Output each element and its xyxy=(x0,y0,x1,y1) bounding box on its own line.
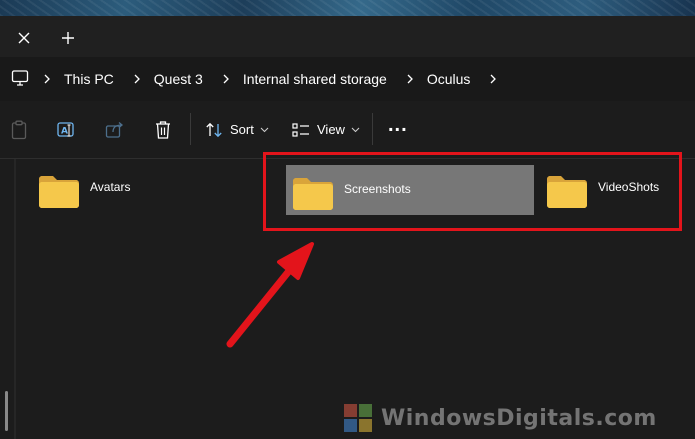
tab-bar xyxy=(0,16,695,57)
windows-logo-icon xyxy=(344,404,372,432)
sort-icon xyxy=(206,122,222,137)
folder-item-avatars[interactable]: Avatars xyxy=(32,163,252,213)
plus-icon xyxy=(62,32,74,44)
share-icon xyxy=(105,121,124,138)
view-label: View xyxy=(317,122,345,137)
desktop-wallpaper-strip xyxy=(0,0,695,16)
chevron-right-icon[interactable] xyxy=(130,72,144,86)
trash-icon xyxy=(156,120,170,139)
chevron-right-icon[interactable] xyxy=(219,72,233,86)
chevron-down-icon xyxy=(351,127,360,132)
sort-button[interactable]: Sort xyxy=(205,101,269,158)
rename-button[interactable]: A xyxy=(57,101,77,158)
monitor-icon[interactable] xyxy=(11,69,29,87)
chevron-down-icon xyxy=(260,127,269,132)
view-button[interactable]: View xyxy=(292,101,360,158)
see-more-button[interactable]: ... xyxy=(388,101,408,158)
view-icon xyxy=(292,122,309,137)
delete-button[interactable] xyxy=(154,101,172,158)
watermark: WindowsDigitals.com xyxy=(343,401,657,435)
breadcrumb: This PC Quest 3 Internal shared storage … xyxy=(38,57,510,101)
breadcrumb-quest-3[interactable]: Quest 3 xyxy=(154,71,203,87)
watermark-text: WindowsDigitals.com xyxy=(381,405,657,431)
navigation-scrollbar[interactable] xyxy=(5,391,8,431)
folder-name: Avatars xyxy=(90,180,131,194)
breadcrumb-internal-shared-storage[interactable]: Internal shared storage xyxy=(243,71,387,87)
breadcrumb-this-pc[interactable]: This PC xyxy=(64,71,114,87)
more-icon: ... xyxy=(388,114,408,136)
new-tab-button[interactable] xyxy=(56,26,80,50)
address-bar[interactable]: This PC Quest 3 Internal shared storage … xyxy=(0,57,695,101)
navigation-pane-edge xyxy=(14,159,16,439)
chevron-right-icon[interactable] xyxy=(486,72,500,86)
toolbar-separator xyxy=(190,113,191,145)
clipboard-icon xyxy=(11,120,27,139)
breadcrumb-oculus[interactable]: Oculus xyxy=(427,71,471,87)
chevron-right-icon[interactable] xyxy=(403,72,417,86)
rename-icon: A xyxy=(57,121,74,137)
chevron-right-icon[interactable] xyxy=(40,72,54,86)
toolbar-separator xyxy=(372,113,373,145)
close-tab-button[interactable] xyxy=(12,26,36,50)
command-bar: A Sort View ... xyxy=(0,101,695,159)
sort-label: Sort xyxy=(230,122,254,137)
close-icon xyxy=(18,32,30,44)
svg-text:A: A xyxy=(61,126,68,136)
share-button[interactable] xyxy=(105,101,125,158)
highlight-annotation-box xyxy=(263,152,682,231)
folder-icon xyxy=(39,176,79,208)
paste-button[interactable] xyxy=(10,101,28,158)
